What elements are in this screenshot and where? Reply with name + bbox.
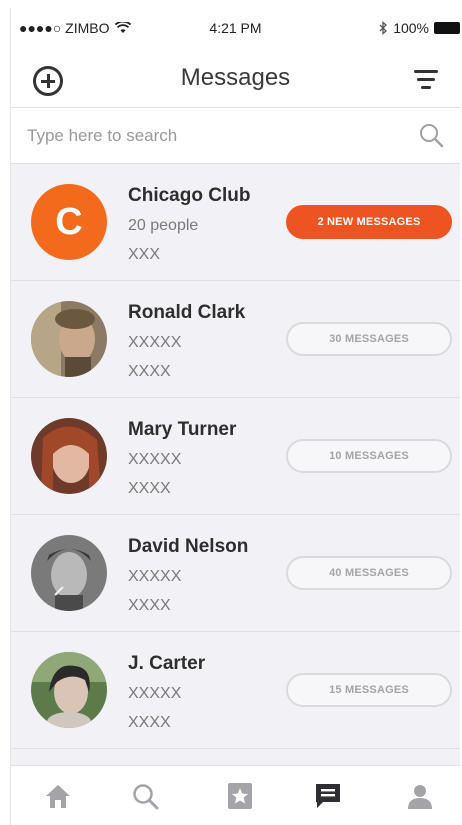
conversation-preview: XXXX — [128, 597, 171, 614]
filter-icon[interactable] — [414, 70, 438, 90]
conversation-name: Mary Turner — [128, 419, 237, 440]
conversation-row[interactable]: Ronald Clark XXXXX XXXX 30 MESSAGES — [11, 281, 460, 398]
home-icon[interactable] — [43, 782, 73, 810]
avatar-photo — [31, 652, 107, 728]
avatar-photo — [31, 535, 107, 611]
avatar-photo — [31, 301, 107, 377]
conversation-name: Ronald Clark — [128, 302, 246, 323]
conversation-subtitle: XXXXX — [128, 334, 182, 351]
messages-icon[interactable] — [313, 782, 343, 810]
status-right: 100% — [379, 20, 460, 36]
favorites-icon[interactable] — [225, 782, 255, 810]
nav-bar: Messages — [11, 46, 460, 108]
avatar-photo — [31, 418, 107, 494]
conversation-name: J. Carter — [128, 653, 206, 674]
avatar-letter: C — [55, 200, 83, 243]
avatar — [31, 535, 107, 611]
avatar — [31, 418, 107, 494]
battery-icon — [434, 22, 460, 34]
conversation-subtitle: 20 people — [128, 217, 199, 234]
conversation-row[interactable]: C Chicago Club 20 people XXX 2 NEW MESSA… — [11, 164, 460, 281]
battery-percent: 100% — [393, 20, 429, 36]
conversation-subtitle: XXXXX — [128, 451, 182, 468]
page-title: Messages — [180, 64, 291, 91]
conversation-preview: XXXX — [128, 714, 171, 731]
avatar — [31, 301, 107, 377]
search-input[interactable] — [27, 122, 407, 150]
messages-count-badge[interactable]: 30 MESSAGES — [286, 322, 452, 356]
new-messages-badge[interactable]: 2 NEW MESSAGES — [286, 205, 452, 239]
conversation-preview: XXXX — [128, 363, 171, 380]
avatar: C — [31, 184, 107, 260]
conversation-subtitle: XXXXX — [128, 568, 182, 585]
messages-count-badge[interactable]: 15 MESSAGES — [286, 673, 452, 707]
search-icon[interactable] — [131, 782, 161, 810]
search-bar — [11, 108, 460, 164]
status-bar: ●●●●○ ZIMBO 4:21 PM 100% — [11, 8, 460, 46]
conversation-name: David Nelson — [128, 536, 249, 557]
profile-icon[interactable] — [405, 782, 435, 810]
messages-count-badge[interactable]: 10 MESSAGES — [286, 439, 452, 473]
conversation-row[interactable]: Mary Turner XXXXX XXXX 10 MESSAGES — [11, 398, 460, 515]
conversation-row[interactable]: David Nelson XXXXX XXXX 40 MESSAGES — [11, 515, 460, 632]
conversation-list: C Chicago Club 20 people XXX 2 NEW MESSA… — [11, 164, 460, 749]
conversation-subtitle: XXXXX — [128, 685, 182, 702]
conversation-name: Chicago Club — [128, 185, 251, 206]
bluetooth-icon — [379, 21, 388, 35]
messages-count-badge[interactable]: 40 MESSAGES — [286, 556, 452, 590]
search-icon[interactable] — [418, 122, 444, 148]
avatar — [31, 652, 107, 728]
conversation-preview: XXX — [128, 246, 161, 263]
conversation-preview: XXXX — [128, 480, 171, 497]
conversation-row[interactable]: J. Carter XXXXX XXXX 15 MESSAGES — [11, 632, 460, 749]
phone-screen: ●●●●○ ZIMBO 4:21 PM 100% Messages Type h… — [10, 8, 460, 825]
tab-bar — [11, 765, 460, 825]
